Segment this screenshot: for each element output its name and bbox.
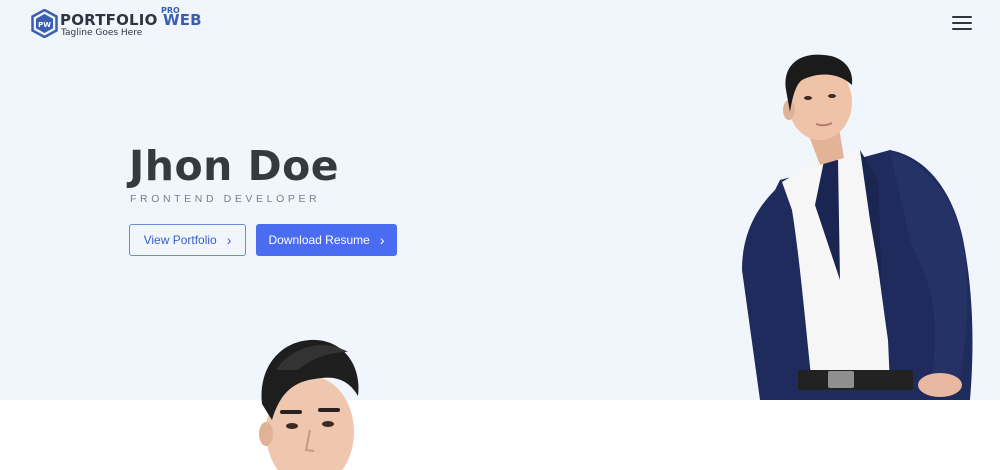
hero-role: FRONTEND DEVELOPER (130, 193, 321, 205)
chevron-right-icon: › (226, 232, 232, 248)
logo-tagline: Tagline Goes Here (61, 28, 143, 38)
download-resume-button[interactable]: Download Resume › (256, 224, 397, 256)
site-logo[interactable]: PW PORTFOLIO WEB PRO Tagline Goes Here (31, 6, 202, 41)
logo-pro-badge: PRO (161, 6, 180, 15)
download-resume-label: Download Resume (268, 233, 370, 247)
view-portfolio-label: View Portfolio (143, 233, 217, 247)
hero-section: PW PORTFOLIO WEB PRO Tagline Goes Here J… (0, 0, 1000, 400)
lower-section (0, 400, 1000, 470)
hamburger-menu-icon[interactable] (952, 14, 974, 32)
hero-name: Jhon Doe (129, 142, 340, 190)
profile-avatar-image (259, 339, 359, 470)
hero-portrait-image (742, 54, 973, 400)
logo-badge-icon: PW (31, 9, 58, 38)
chevron-right-icon: › (379, 232, 385, 248)
view-portfolio-button[interactable]: View Portfolio › (129, 224, 246, 256)
logo-wordmark: PORTFOLIO WEB (60, 11, 202, 29)
svg-text:PW: PW (38, 21, 51, 29)
